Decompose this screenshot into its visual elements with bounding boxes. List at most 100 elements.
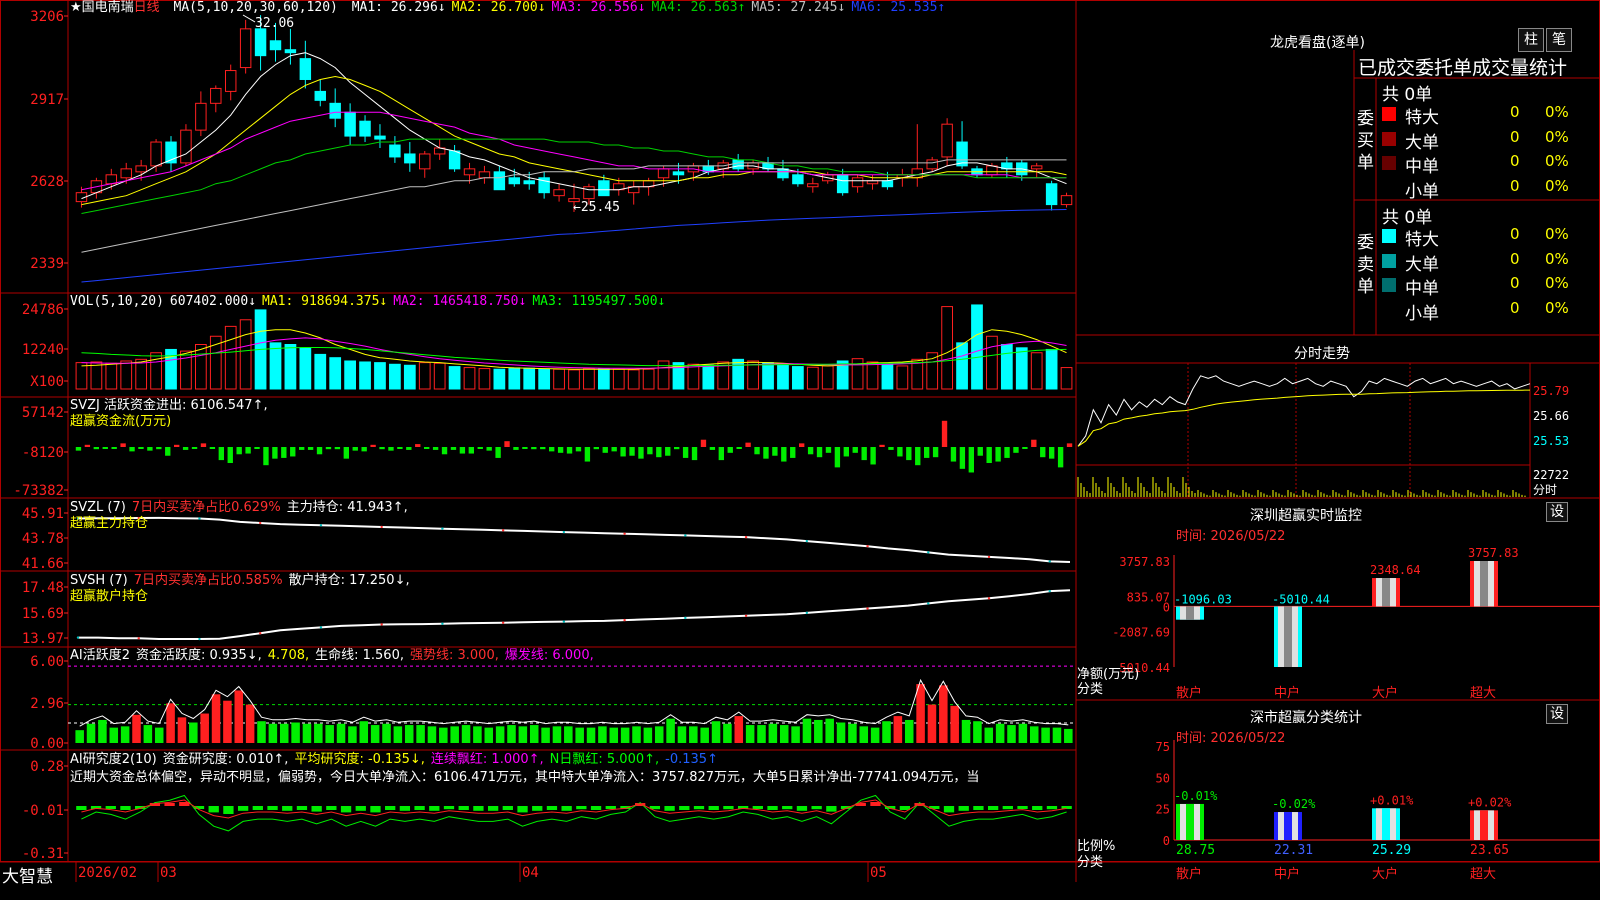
intraday-price-line [1077,375,1531,447]
svzj-bar [254,447,260,449]
candle [180,129,192,164]
candle [404,153,416,164]
ai2-bar [502,806,513,810]
brand-logo[interactable]: 大智慧 [2,862,53,887]
ai1-bar [1029,726,1039,743]
svzl-label: SVZL (7) [70,500,126,515]
ai2-bar [1032,806,1043,810]
candle [851,177,864,188]
vol-bar [583,368,595,390]
candle [598,180,610,197]
order-pct: 0% [1545,103,1569,121]
svzj-bar [93,447,99,450]
intraday-title: 分时走势 [1294,346,1350,362]
ai1-bar [1052,727,1062,743]
lhkp-title: 龙虎看盘(逐单) [1270,35,1365,51]
classify-y-tick: 50 [1156,771,1170,785]
svzj-bar [441,447,448,455]
svzl-line-dot [866,544,869,548]
bar-mode-button[interactable]: 柱 [1518,28,1544,52]
order-count: 0 [1510,103,1520,121]
ai2-value-4: -0.135↑ [665,752,718,767]
svzl-header: SVZL (7) 7日内买卖净占比0.629% 主力持仓: 41.943↑, 超赢主… [70,500,414,532]
monitor-bar [1176,606,1204,620]
svzj-bar [906,447,912,461]
order-count: 0 [1510,152,1520,170]
ai1-bar [859,726,869,743]
ai2-bar [1017,806,1028,809]
y-tick-label: 41.66 [22,556,64,572]
vol-bar [627,369,640,390]
classify-settings-button[interactable]: 设 [1546,704,1568,724]
svzj-bar [807,447,814,455]
buy-total: 共 0单 [1382,85,1433,105]
y-tick-label: 2339 [30,256,64,272]
sell-side-label: 委卖单 [1357,233,1374,297]
svzj-bar [263,447,269,466]
vol-bar [75,362,88,390]
legend-swatch [1382,229,1396,243]
ai2-bar [164,803,175,806]
y-tick-label: 2.96 [30,696,64,712]
ai1-bar [1007,725,1016,743]
candle [269,40,282,51]
svzj-bar [620,447,626,457]
vol-bar [180,350,192,390]
ai1-bar [939,685,948,743]
svsh-label: SVSH (7) [70,573,128,588]
svzj-bar [843,447,849,457]
classify-category: 散户 [1176,866,1202,882]
vol-bar [553,368,565,390]
svzl-line-dot [623,532,626,535]
vol-bar [941,306,954,390]
ai2-label: AI研究度2(10) [70,752,157,767]
monitor-y-tick: 3757.83 [1119,555,1170,569]
order-count: 0 [1510,176,1520,195]
high-annotation: 32.06 [255,16,294,31]
ai2-bar [1046,806,1058,810]
svzj-bar [450,447,457,450]
svsh-line-dot [987,597,991,600]
ai1-bar [950,705,959,743]
ma-value-4: MA5: 27.245↓ [751,0,846,15]
svzj-bar [307,447,314,450]
ai1-bar [552,726,562,743]
vol-bar [239,319,252,390]
monitor-bar-label: -5010.44 [1272,592,1330,606]
svzj-bar [647,447,653,455]
ai1-bar [98,719,107,743]
ai2-bar [120,806,131,810]
order-pct: 0% [1545,274,1569,292]
ai1-bar [518,726,528,743]
candle [1045,183,1058,206]
order-count: 0 [1510,298,1520,317]
svzj-bar [370,444,376,447]
svsh-line-dot [259,632,262,635]
candle [419,153,431,170]
svzj-bar [174,444,180,447]
ai2-value-0: 资金研究度: 0.010↑, [162,752,289,767]
classify-bar [1372,808,1400,840]
candle [493,171,506,191]
vol-bar [314,353,327,390]
monitor-category: 散户 [1176,685,1202,701]
ai2-bar [664,806,675,811]
monitor-settings-button[interactable]: 设 [1546,502,1568,522]
period-label[interactable]: 日线 [134,0,160,15]
svzj-bar [424,447,430,449]
svzj-bar [790,447,796,458]
order-pct: 0% [1545,176,1569,195]
svzj-bar [468,447,474,454]
svzj-bar [932,447,939,458]
svzj-bar [772,447,778,456]
stroke-mode-button[interactable]: 笔 [1546,28,1572,52]
stock-title[interactable]: ★国电南瑞 [70,0,134,15]
order-pct: 0% [1545,249,1569,268]
svzl-line-dot [987,555,991,559]
ai2-bar [811,806,822,810]
vol-bar [702,364,715,390]
ai1-bar [882,721,891,743]
candle [508,177,521,185]
ai1-value-2: 生命线: 1.560, [315,648,404,663]
svsh-line-dot [319,626,323,629]
